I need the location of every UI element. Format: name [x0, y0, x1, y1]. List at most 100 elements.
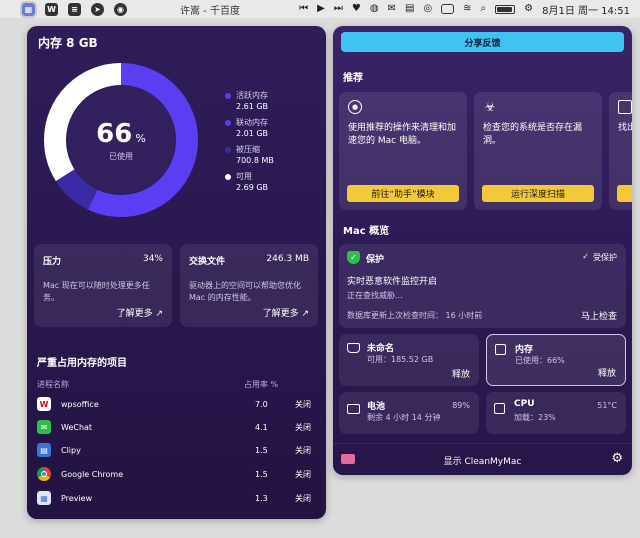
memory-chip-icon [495, 344, 506, 355]
memory-title: 内存 8 GB [38, 36, 98, 50]
wps-icon[interactable]: W [45, 2, 58, 16]
netease-music-icon[interactable]: ◍ [370, 4, 379, 14]
process-usage: 1.5 [255, 445, 268, 455]
close-process-button[interactable]: 关闭 [295, 445, 311, 456]
legend-item-wired: 联动内存 2.01 GB [225, 117, 274, 138]
close-process-button[interactable]: 关闭 [295, 422, 311, 433]
battery-card[interactable]: 电池 89% 剩余 4 小时 14 分钟 [339, 392, 479, 434]
go-to-assistant-button[interactable]: 前往“助手”模块 [347, 185, 459, 202]
menu-bar-clock[interactable]: 8月1日 周一 14:51 [542, 2, 630, 17]
legend-dot [225, 120, 231, 126]
swap-learn-more-link[interactable]: 了解更多 ↗ [263, 306, 309, 319]
panel-footer: 显示 CleanMyMac ⚙ [333, 443, 632, 475]
battery-icon [347, 404, 360, 414]
navigation-icon[interactable]: ➤ [91, 2, 104, 16]
pressure-title: 压力 [43, 257, 62, 267]
protection-sub: 正在查找威胁... [347, 291, 403, 300]
search-icon[interactable]: ⌕ [481, 4, 487, 14]
user-icon[interactable]: ◎ [423, 4, 432, 14]
table-row: ▤ Clipy 1.5 关闭 [37, 440, 317, 460]
close-process-button[interactable]: 关闭 [295, 399, 311, 410]
legend-value: 2.61 GB [236, 102, 269, 111]
cpu-chip-icon [494, 403, 505, 414]
recommend-text: 使用推荐的操作来清理和加速您的 Mac 电脑。 [348, 123, 457, 146]
recommend-partial-button[interactable] [617, 185, 632, 202]
legend-dot [225, 174, 231, 180]
legend-value: 2.69 GB [236, 183, 269, 192]
disk-free-up-button[interactable]: 释放 [452, 367, 470, 380]
process-name: Google Chrome [61, 469, 124, 479]
deep-scan-button[interactable]: 运行深度扫描 [482, 185, 594, 202]
protection-headline: 实时恶意软件监控开启 [347, 277, 438, 287]
pressure-learn-more-link[interactable]: 了解更多 ↗ [117, 306, 163, 319]
target-icon: ● [348, 100, 362, 114]
next-track-icon[interactable]: ⏭ [334, 4, 343, 14]
control-center-icon[interactable]: ⚙ [524, 4, 533, 14]
memory-used-percent: 66% [96, 118, 146, 149]
recommend-text: 找出 [618, 123, 632, 133]
recommend-text: 检查您的系统是否存在漏洞。 [483, 123, 583, 146]
process-name: Clipy [61, 445, 81, 455]
legend-label: 活跃内存 [236, 91, 268, 100]
shield-check-icon: ✓ [347, 251, 360, 264]
close-process-button[interactable]: 关闭 [295, 469, 311, 480]
mac-overview-title: Mac 概览 [343, 226, 390, 237]
cpu-card[interactable]: CPU 51°C 加载：23% [486, 392, 626, 434]
memory-card-title: 内存 [515, 345, 534, 355]
memory-card[interactable]: 内存 已使用：66% 释放 [486, 334, 626, 386]
cleanmymac-icon[interactable]: ▦ [20, 0, 37, 18]
close-process-button[interactable]: 关闭 [295, 493, 311, 504]
memory-card-sub: 已使用：66% [515, 356, 565, 365]
check-now-button[interactable]: 马上检查 [581, 309, 617, 322]
process-usage: 4.1 [255, 422, 268, 432]
recommend-title: 推荐 [343, 73, 363, 84]
column-usage: 占用率 % [244, 380, 279, 389]
menu-bar-status-area: ⏮ ▶ ⏭ ♥ ◍ ✉ ▤ ◎ ≋ ⌕ ⚙ 8月1日 周一 14:51 [299, 2, 630, 17]
calculator-icon[interactable]: ▤ [405, 4, 414, 14]
play-icon[interactable]: ▶ [317, 4, 325, 14]
share-feedback-button[interactable]: 分享反馈 [341, 32, 624, 52]
recommend-card-partial: 找出 [609, 92, 632, 210]
wifi-icon[interactable]: ≋ [463, 4, 471, 14]
google-chrome-icon [37, 467, 51, 481]
table-row: ▦ Preview 1.3 关闭 [37, 488, 317, 508]
swap-value: 246.3 MB [266, 254, 309, 264]
battery-title: 电池 [367, 402, 386, 412]
wechat-icon: ✉ [37, 420, 51, 434]
wechat-icon[interactable]: ✉ [388, 4, 396, 14]
recommend-card-scan: ☣ 检查您的系统是否存在漏洞。 运行深度扫描 [474, 92, 602, 210]
compass-icon[interactable]: ◉ [114, 2, 127, 16]
memory-free-up-button[interactable]: 释放 [598, 366, 616, 379]
cpu-load: 加载：23% [514, 413, 556, 422]
gear-icon[interactable]: ⚙ [611, 451, 623, 466]
battery-percent: 89% [452, 401, 470, 410]
toggle-icon[interactable] [441, 4, 455, 14]
disk-sub: 可用：185.52 GB [367, 355, 434, 364]
protection-status: ✓ 受保护 [582, 252, 617, 263]
heart-icon[interactable]: ♥ [352, 4, 361, 14]
legend-item-compressed: 被压缩 700.8 MB [225, 144, 274, 165]
disk-card[interactable]: 未命名 可用：185.52 GB 释放 [339, 334, 479, 386]
table-row: Google Chrome 1.5 关闭 [37, 464, 317, 484]
process-name: wpsoffice [61, 399, 99, 409]
pressure-value: 34% [142, 254, 163, 264]
battery-icon[interactable] [495, 4, 516, 14]
open-cleanmymac-button[interactable]: 显示 CleanMyMac [333, 454, 632, 467]
legend-label: 被压缩 [236, 145, 260, 154]
wpsoffice-icon: W [37, 397, 51, 411]
legend-value: 700.8 MB [236, 156, 274, 165]
now-playing-title[interactable]: 许嵩 - 千百度 [180, 2, 240, 17]
menu-bar-left-icons: ▦ W ≡ ➤ ◉ [0, 0, 127, 18]
menu-bar: ▦ W ≡ ➤ ◉ 许嵩 - 千百度 ⏮ ▶ ⏭ ♥ ◍ ✉ ▤ ◎ ≋ ⌕ ⚙… [0, 0, 640, 18]
protection-card: ✓ 保护 ✓ 受保护 实时恶意软件监控开启 正在查找威胁... 数据库更新上次检查… [339, 244, 626, 328]
biohazard-icon: ☣ [484, 100, 496, 114]
disk-icon [347, 343, 360, 353]
swap-description: 驱动器上的空间可以帮助您优化 Mac 的内存性能。 [189, 281, 301, 302]
disk-title: 未命名 [367, 344, 395, 354]
pressure-description: Mac 现在可以随时处理更多任务。 [43, 281, 150, 302]
checkmark-icon: ✓ [582, 252, 589, 261]
battery-remaining: 剩余 4 小时 14 分钟 [367, 413, 441, 422]
cleanmymac-menu-panel: 分享反馈 推荐 ● 使用推荐的操作来清理和加速您的 Mac 电脑。 前往“助手”… [333, 26, 632, 475]
clipboard-icon[interactable]: ≡ [68, 2, 81, 16]
previous-track-icon[interactable]: ⏮ [299, 4, 308, 14]
